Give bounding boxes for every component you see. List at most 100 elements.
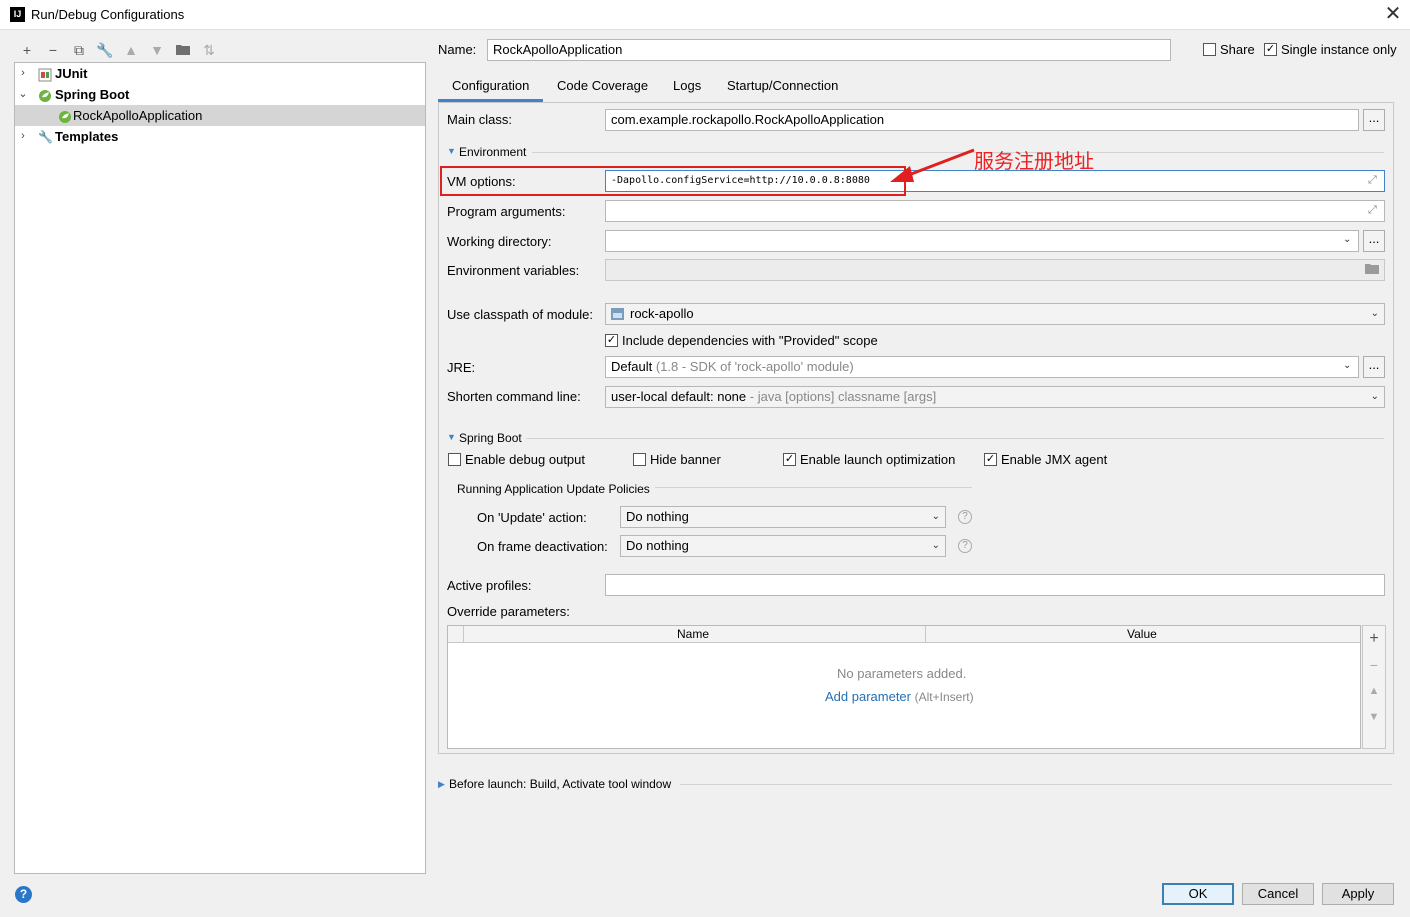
on-frame-select[interactable]: Do nothing ⌄: [620, 535, 946, 557]
chevron-right-icon[interactable]: ›: [17, 63, 29, 84]
remove-icon[interactable]: −: [1365, 656, 1383, 674]
tree-item-junit[interactable]: › JUnit: [15, 63, 425, 84]
divider: [680, 784, 1392, 785]
spring-boot-section-title: Spring Boot: [459, 431, 522, 445]
expand-right-icon[interactable]: ▶: [438, 779, 445, 790]
tree-item-label: Templates: [55, 129, 119, 144]
config-tree: › JUnit ⌄ Spring Boot RockApolloApplicat…: [14, 62, 426, 874]
help-icon[interactable]: ?: [15, 886, 32, 903]
enable-debug-label: Enable debug output: [465, 452, 585, 467]
jre-select[interactable]: Default (1.8 - SDK of 'rock-apollo' modu…: [605, 356, 1359, 378]
spring-boot-icon: [38, 88, 52, 102]
tree-item-templates[interactable]: › 🔧 Templates: [15, 126, 425, 147]
tab-startup-connection[interactable]: Startup/Connection: [713, 78, 852, 102]
help-icon[interactable]: ?: [958, 510, 972, 524]
classpath-module-select[interactable]: rock-apollo ⌄: [605, 303, 1385, 325]
expand-icon[interactable]: ▼: [447, 432, 456, 442]
include-dependencies-checkbox[interactable]: ✓: [605, 334, 618, 347]
hide-banner-checkbox[interactable]: [633, 453, 646, 466]
jre-hint: (1.8 - SDK of 'rock-apollo' module): [655, 359, 854, 374]
launch-optimization-label: Enable launch optimization: [800, 452, 956, 467]
folder-icon[interactable]: [174, 41, 192, 59]
move-up-icon[interactable]: ▲: [1365, 682, 1383, 700]
ok-button[interactable]: OK: [1162, 883, 1234, 905]
include-dependencies-label: Include dependencies with "Provided" sco…: [622, 333, 878, 348]
move-down-icon[interactable]: ▼: [148, 41, 166, 59]
annotation-text: 服务注册地址: [974, 151, 1094, 173]
help-icon[interactable]: ?: [958, 539, 972, 553]
jmx-agent-checkbox[interactable]: ✓: [984, 453, 997, 466]
remove-icon[interactable]: −: [44, 41, 62, 59]
annotation-arrow: [890, 148, 975, 182]
add-parameter-link[interactable]: Add parameter: [825, 689, 911, 704]
active-profiles-label: Active profiles:: [447, 578, 532, 593]
working-directory-input[interactable]: [605, 230, 1359, 252]
enable-debug-checkbox[interactable]: [448, 453, 461, 466]
chevron-down-icon: ⌄: [931, 511, 940, 522]
shorten-command-line-select[interactable]: user-local default: none - java [options…: [605, 386, 1385, 408]
main-class-input[interactable]: com.example.rockapollo.RockApolloApplica…: [605, 109, 1359, 131]
before-launch-label[interactable]: Before launch: Build, Activate tool wind…: [449, 777, 671, 791]
active-profiles-input[interactable]: [605, 574, 1385, 596]
expand-field-icon[interactable]: ⤢: [1368, 174, 1377, 187]
browse-working-directory-button[interactable]: ...: [1363, 230, 1385, 252]
chevron-down-icon[interactable]: ⌄: [17, 84, 29, 105]
folder-icon[interactable]: [1365, 262, 1379, 277]
tree-item-label: JUnit: [55, 66, 88, 81]
wrench-icon: 🔧: [38, 130, 53, 144]
on-update-value: Do nothing: [626, 509, 689, 524]
move-down-icon[interactable]: ▼: [1365, 708, 1383, 726]
expand-icon[interactable]: ▼: [447, 146, 456, 156]
update-policies-title: Running Application Update Policies: [457, 482, 650, 496]
share-label: Share: [1220, 42, 1255, 57]
browse-jre-button[interactable]: ...: [1363, 356, 1385, 378]
share-checkbox[interactable]: [1203, 43, 1216, 56]
spring-app-icon: [58, 109, 72, 123]
launch-optimization-checkbox[interactable]: ✓: [783, 453, 796, 466]
copy-icon[interactable]: ⧉: [70, 41, 88, 59]
browse-main-class-button[interactable]: ...: [1363, 109, 1385, 131]
on-update-label: On 'Update' action:: [477, 510, 587, 525]
name-input[interactable]: RockApolloApplication: [487, 39, 1171, 61]
sort-icon[interactable]: ⇅: [200, 41, 218, 59]
tree-item-rockapolloapplication[interactable]: RockApolloApplication: [15, 105, 425, 126]
cancel-button[interactable]: Cancel: [1242, 883, 1314, 905]
divider: [463, 626, 464, 643]
single-instance-checkbox[interactable]: ✓: [1264, 43, 1277, 56]
tab-logs[interactable]: Logs: [659, 78, 715, 102]
environment-variables-label: Environment variables:: [447, 263, 580, 278]
jre-value: Default: [611, 359, 653, 374]
column-header-value[interactable]: Value: [1127, 627, 1157, 641]
environment-variables-input[interactable]: [605, 259, 1385, 281]
working-directory-label: Working directory:: [447, 234, 552, 249]
program-arguments-input[interactable]: [605, 200, 1385, 222]
move-up-icon[interactable]: ▲: [122, 41, 140, 59]
expand-field-icon[interactable]: ⤢: [1368, 204, 1377, 217]
add-icon[interactable]: +: [1365, 630, 1383, 648]
on-update-select[interactable]: Do nothing ⌄: [620, 506, 946, 528]
tree-item-spring-boot[interactable]: ⌄ Spring Boot: [15, 84, 425, 105]
chevron-right-icon[interactable]: ›: [17, 126, 29, 147]
classpath-module-value: rock-apollo: [630, 306, 694, 321]
name-label: Name:: [438, 42, 477, 57]
close-icon[interactable]: ✕: [1381, 3, 1405, 27]
apply-button[interactable]: Apply: [1322, 883, 1394, 905]
add-icon[interactable]: +: [18, 41, 36, 59]
empty-table-message: No parameters added.: [837, 666, 967, 681]
program-arguments-label: Program arguments:: [447, 204, 566, 219]
intellij-icon: IJ: [10, 7, 25, 22]
divider: [526, 438, 1384, 439]
on-frame-value: Do nothing: [626, 538, 689, 553]
shorten-value: user-local default: none: [611, 389, 747, 404]
tab-configuration[interactable]: Configuration: [438, 78, 544, 102]
module-icon: [611, 308, 624, 323]
window-title: Run/Debug Configurations: [31, 7, 185, 22]
environment-section-title: Environment: [459, 145, 527, 159]
junit-icon: [38, 67, 52, 82]
chevron-down-icon[interactable]: ⌄: [1343, 360, 1351, 371]
chevron-down-icon[interactable]: ⌄: [1343, 234, 1351, 245]
column-header-name[interactable]: Name: [677, 627, 709, 641]
tab-code-coverage[interactable]: Code Coverage: [543, 78, 662, 102]
wrench-icon[interactable]: 🔧: [96, 41, 114, 59]
shorten-command-line-label: Shorten command line:: [447, 389, 581, 404]
